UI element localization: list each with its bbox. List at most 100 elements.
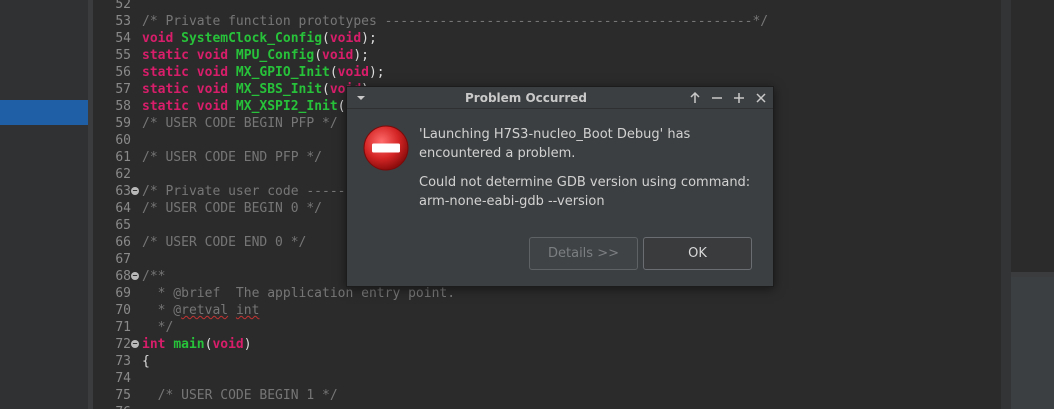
code-token: ); xyxy=(361,31,377,46)
code-token: /* USER CODE BEGIN 0 */ xyxy=(142,201,323,216)
line-number: 66 xyxy=(115,235,131,250)
project-explorer-panel xyxy=(0,0,88,409)
code-token: ( xyxy=(322,82,330,97)
code-token: void xyxy=(329,31,362,46)
code-token: /* USER CODE END PFP */ xyxy=(142,150,323,165)
line-number: 58 xyxy=(115,99,131,114)
line-number: 75 xyxy=(115,388,131,403)
code-text: /* USER CODE END PFP */ xyxy=(142,149,322,166)
code-text: /* USER CODE BEGIN PFP */ xyxy=(142,115,338,132)
code-token: /* USER CODE BEGIN 1 */ xyxy=(142,388,338,403)
line-number: 55 xyxy=(115,48,131,63)
code-token: MPU_Config xyxy=(235,48,315,63)
code-token: /* Private function prototypes ---------… xyxy=(142,14,769,29)
error-detail: Could not determine GDB version using co… xyxy=(419,175,751,209)
line-number: 70 xyxy=(115,303,131,318)
code-text: /** xyxy=(142,268,165,285)
minimize-icon[interactable] xyxy=(709,90,725,106)
outline-panel xyxy=(1011,0,1054,272)
code-token: static void xyxy=(142,48,229,63)
code-token: main xyxy=(173,337,205,352)
fold-toggle-icon[interactable]: − xyxy=(131,187,139,195)
code-text: void SystemClock_Config(void); xyxy=(142,30,377,47)
code-text: /* USER CODE END 0 */ xyxy=(142,234,306,251)
line-number: 52 xyxy=(115,0,131,12)
code-token: SystemClock_Config xyxy=(181,31,323,46)
code-token: ( xyxy=(314,48,323,63)
code-text: */ xyxy=(142,319,174,336)
code-token: MX_XSPI2_Init xyxy=(235,99,338,114)
problem-occurred-dialog: Problem Occurred 'Launching H7S3-nucleo_… xyxy=(346,86,774,287)
code-token: int xyxy=(142,337,166,352)
keep-above-icon[interactable] xyxy=(687,90,703,106)
fold-toggle-icon[interactable]: − xyxy=(131,272,139,280)
code-token: ); xyxy=(368,65,385,80)
line-number: 68 xyxy=(115,269,131,284)
error-icon xyxy=(363,125,409,171)
line-number: 61 xyxy=(115,150,131,165)
code-text: { xyxy=(142,353,150,370)
code-text: static void MX_GPIO_Init(void); xyxy=(142,64,385,81)
selected-tree-item[interactable] xyxy=(0,100,88,125)
secondary-panel xyxy=(1011,277,1054,409)
line-number: 69 xyxy=(115,286,131,301)
code-token: MX_SBS_Init xyxy=(235,82,323,97)
details-button[interactable]: Details >> xyxy=(529,237,638,270)
line-number: 65 xyxy=(115,218,131,233)
code-token: ( xyxy=(329,65,338,80)
code-token: ) xyxy=(243,337,252,352)
error-message: 'Launching H7S3-nucleo_Boot Debug' has e… xyxy=(419,127,691,161)
line-number: 76 xyxy=(93,404,131,409)
code-token: { xyxy=(142,354,150,369)
fold-toggle-icon[interactable]: − xyxy=(131,340,139,348)
line-number: 72 xyxy=(115,337,131,352)
code-token: retval xyxy=(181,303,229,318)
code-text: static void MX_SBS_Init(void); xyxy=(142,81,377,98)
code-text: * @brief The application entry point. xyxy=(142,285,455,302)
code-token: ); xyxy=(353,48,369,63)
dialog-title: Problem Occurred xyxy=(464,91,587,105)
code-token: * @brief The application entry point. xyxy=(142,286,456,301)
right-sash[interactable] xyxy=(1001,0,1011,409)
line-number: 73 xyxy=(115,354,131,369)
line-number: 53 xyxy=(115,14,131,29)
line-number: 56 xyxy=(115,65,131,80)
line-number: 54 xyxy=(115,31,131,46)
code-text: /* Private function prototypes ---------… xyxy=(142,13,768,30)
code-token: /* USER CODE BEGIN PFP */ xyxy=(142,116,338,131)
close-icon[interactable] xyxy=(753,90,769,106)
line-number: 71 xyxy=(115,320,131,335)
line-number: 57 xyxy=(115,82,131,97)
code-token: void xyxy=(142,31,174,46)
code-token: void xyxy=(212,337,244,352)
code-token: static void xyxy=(142,65,229,80)
line-number: 59 xyxy=(115,116,131,131)
line-number: 62 xyxy=(115,167,131,182)
line-number: 63 xyxy=(115,184,131,199)
code-text: /* USER CODE BEGIN 0 */ xyxy=(142,200,322,217)
code-token: void xyxy=(322,48,354,63)
code-text: int main(void) xyxy=(142,336,252,353)
code-text: * @retval int xyxy=(142,302,260,319)
dialog-titlebar[interactable]: Problem Occurred xyxy=(347,87,773,109)
line-number: 74 xyxy=(115,371,131,386)
code-token: */ xyxy=(142,320,174,335)
code-token: static void xyxy=(142,99,229,114)
code-token: ( xyxy=(322,31,330,46)
line-number: 67 xyxy=(115,252,131,267)
code-token: /* USER CODE END 0 */ xyxy=(142,235,307,250)
code-token: * @ xyxy=(142,303,182,318)
line-number: 64 xyxy=(115,201,131,216)
code-text: /* USER CODE BEGIN 1 */ xyxy=(142,387,338,404)
maximize-icon[interactable] xyxy=(731,90,747,106)
code-token: void xyxy=(337,65,369,80)
code-token: MX_GPIO_Init xyxy=(235,65,330,80)
ok-button[interactable]: OK xyxy=(643,237,752,270)
code-token: /** xyxy=(142,269,166,284)
